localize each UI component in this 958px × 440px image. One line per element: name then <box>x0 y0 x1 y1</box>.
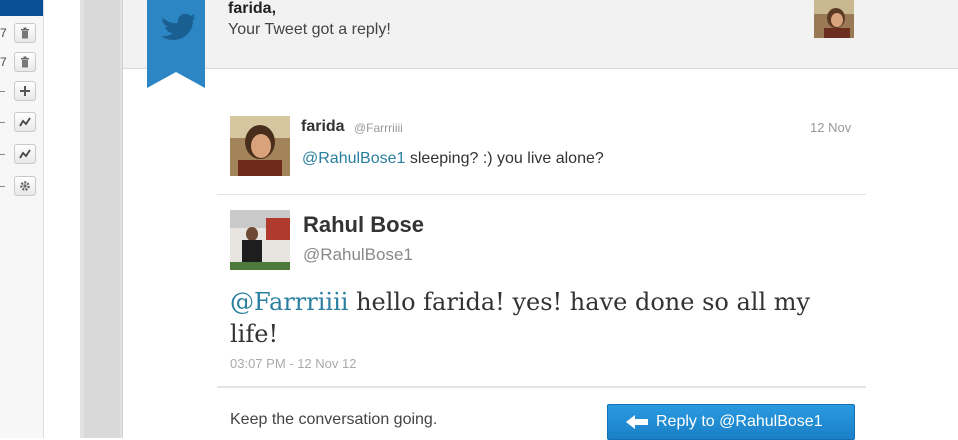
reply-tweet-text: @Farrriiii hello farida! yes! have done … <box>230 286 850 350</box>
reply-button[interactable]: Reply to @RahulBose1 <box>607 404 855 440</box>
original-tweet-date[interactable]: 12 Nov <box>810 120 851 135</box>
trash-icon <box>21 27 29 39</box>
gear-icon <box>20 181 30 191</box>
chart-icon <box>19 149 31 159</box>
reply-author-name[interactable]: Rahul Bose <box>303 212 424 238</box>
reply-author-handle[interactable]: @RahulBose1 <box>303 245 413 265</box>
notification-panel: farida, Your Tweet got a reply! farida @… <box>123 0 958 440</box>
twitter-ribbon <box>147 0 205 88</box>
sidebar-row <box>0 144 40 166</box>
plus-icon <box>20 86 30 96</box>
sidebar-row <box>0 112 40 134</box>
gutter <box>44 0 80 438</box>
notification-message: Your Tweet got a reply! <box>228 21 391 38</box>
sidebar-row: 7 <box>0 52 40 74</box>
settings-button[interactable] <box>14 176 36 196</box>
left-sidebar: 7 7 <box>0 0 44 438</box>
reply-timestamp[interactable]: 03:07 PM - 12 Nov 12 <box>230 356 356 371</box>
original-tweet-body: sleeping? :) you live alone? <box>405 150 604 167</box>
sidebar-dash <box>0 91 5 92</box>
conversation-prompt: Keep the conversation going. <box>230 411 438 428</box>
trash-button[interactable] <box>14 52 36 72</box>
original-author-name[interactable]: farida <box>301 118 345 136</box>
sidebar-top-bar <box>0 0 43 16</box>
sidebar-dash <box>0 186 5 187</box>
scroll-gutter-inner <box>84 0 120 438</box>
recipient-avatar[interactable] <box>814 0 854 38</box>
sidebar-row <box>0 176 40 198</box>
recipient-name: farida, <box>228 0 277 17</box>
farida-avatar[interactable] <box>230 116 290 176</box>
chart-icon <box>19 117 31 127</box>
rahul-avatar[interactable] <box>230 210 290 270</box>
trash-button[interactable] <box>14 23 36 43</box>
reply-arrow-icon <box>626 415 648 429</box>
divider <box>217 194 866 195</box>
notification-header: farida, Your Tweet got a reply! <box>123 0 958 69</box>
original-author-handle[interactable]: @Farrriiii <box>354 121 403 135</box>
mention-link[interactable]: @Farrriiii <box>230 288 348 316</box>
mention-link[interactable]: @RahulBose1 <box>302 150 405 167</box>
original-tweet-text: @RahulBose1 sleeping? :) you live alone? <box>302 150 604 168</box>
sidebar-row <box>0 81 40 103</box>
add-button[interactable] <box>14 81 36 101</box>
sidebar-dash <box>0 154 5 155</box>
trash-icon <box>21 56 29 68</box>
chart-button[interactable] <box>14 112 36 132</box>
sidebar-count: 7 <box>0 26 7 40</box>
chart-button[interactable] <box>14 144 36 164</box>
sidebar-count: 7 <box>0 55 7 69</box>
divider <box>217 386 866 388</box>
reply-button-label: Reply to @RahulBose1 <box>656 413 823 430</box>
sidebar-dash <box>0 122 5 123</box>
sidebar-row: 7 <box>0 23 40 45</box>
